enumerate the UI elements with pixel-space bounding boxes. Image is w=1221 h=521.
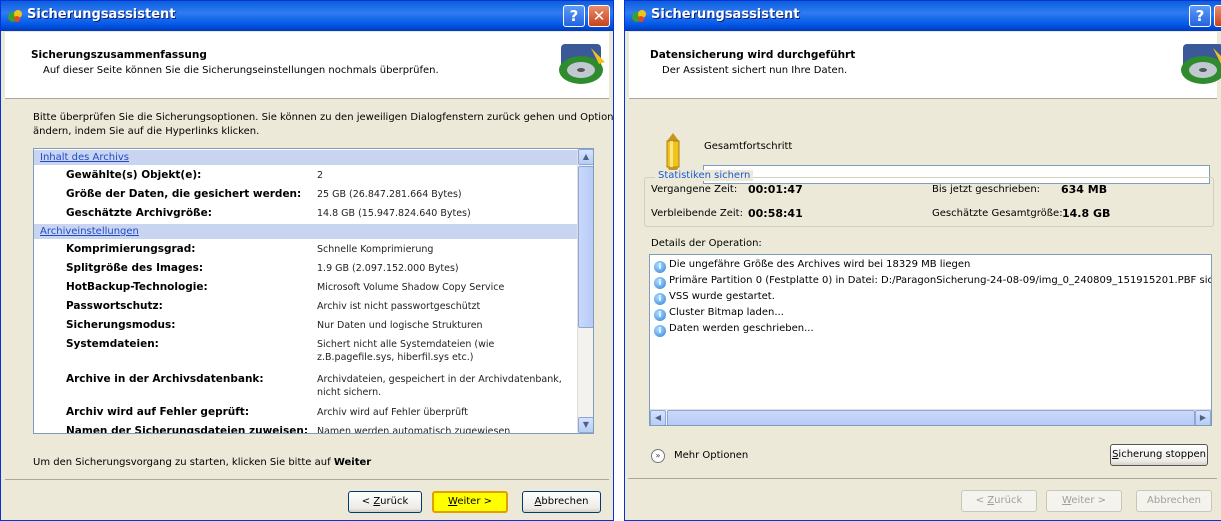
row-value: Nur Daten und logische Strukturen xyxy=(317,320,483,331)
horizontal-scrollbar[interactable]: ◀ ▶ xyxy=(650,409,1211,425)
chevron-down-icon[interactable]: » xyxy=(651,449,665,463)
info-icon: i xyxy=(654,325,666,337)
close-icon[interactable]: ✕ xyxy=(1214,5,1221,27)
row-label: Größe der Daten, die gesichert werden: xyxy=(66,188,302,200)
next-button[interactable]: Weiter > xyxy=(1046,490,1122,512)
footer-hint: Um den Sicherungsvorgang zu starten, kli… xyxy=(33,457,371,468)
divider xyxy=(628,478,1217,479)
row-value: Microsoft Volume Shadow Copy Service xyxy=(317,282,505,293)
list-item: i VSS wurde gestartet. xyxy=(654,289,775,305)
row-value: Archivdateien, gespeichert in der Archiv… xyxy=(317,374,562,385)
info-icon: i xyxy=(654,309,666,321)
back-button[interactable]: < Zurück xyxy=(961,490,1037,512)
row-label: Sicherungsmodus: xyxy=(66,319,176,331)
wizard-header: Sicherungszusammenfassung Auf dieser Sei… xyxy=(5,32,609,99)
footer-bold: Weiter xyxy=(333,457,372,468)
progress-label: Gesamtfortschritt xyxy=(704,141,793,152)
page-subtitle: Auf dieser Seite können Sie die Sicherun… xyxy=(43,65,439,76)
row-label: Namen der Sicherungsdateien zuweisen: xyxy=(66,425,309,434)
remaining-value: 00:58:41 xyxy=(748,207,803,220)
row-value: Archiv ist nicht passwortgeschützt xyxy=(317,301,481,312)
scroll-left-icon[interactable]: ◀ xyxy=(650,410,666,425)
row-label: Splitgröße des Images: xyxy=(66,262,204,274)
scroll-thumb[interactable] xyxy=(667,410,1195,425)
row-label: Passwortschutz: xyxy=(66,300,163,312)
backup-logo-icon xyxy=(559,44,605,84)
scroll-thumb[interactable] xyxy=(578,166,593,328)
row-value: 25 GB (26.847.281.664 Bytes) xyxy=(317,189,462,200)
intro-text: Bitte überprüfen Sie die Sicherungsoptio… xyxy=(33,112,614,123)
window-title: Sicherungsassistent xyxy=(27,7,176,22)
row-label: Systemdateien: xyxy=(66,338,159,350)
page-subtitle: Der Assistent sichert nun Ihre Daten. xyxy=(662,65,848,76)
row-label: Geschätzte Archivgröße: xyxy=(66,207,212,219)
back-button[interactable]: < Zurück xyxy=(348,491,422,513)
cancel-button[interactable]: Abbrechen xyxy=(1136,490,1212,512)
window-title: Sicherungsassistent xyxy=(651,7,800,22)
row-value: Namen werden automatisch zugewiesen xyxy=(317,426,511,434)
cancel-button[interactable]: Abbrechen xyxy=(522,491,601,513)
list-item: i Die ungefähre Größe des Archives wird b… xyxy=(654,257,970,273)
list-item: i Cluster Bitmap laden... xyxy=(654,305,784,321)
elapsed-value: 00:01:47 xyxy=(748,183,803,196)
pencil-progress-icon xyxy=(666,133,680,175)
total-size-value: 14.8 GB xyxy=(1062,207,1111,220)
scroll-right-icon[interactable]: ▶ xyxy=(1195,410,1211,425)
scroll-down-icon[interactable]: ▼ xyxy=(578,417,593,433)
wizard-window-summary: Sicherungsassistent ? ✕ Sicherungszusamm… xyxy=(0,0,614,521)
title-bar[interactable]: Sicherungsassistent ? ✕ xyxy=(625,1,1221,31)
scroll-up-icon[interactable]: ▲ xyxy=(578,149,593,165)
link-archive-settings[interactable]: Archiveinstellungen xyxy=(40,226,139,237)
next-button[interactable]: Weiter > xyxy=(432,491,508,513)
backup-logo-icon xyxy=(1181,44,1221,84)
row-value: Archiv wird auf Fehler überprüft xyxy=(317,407,469,418)
section-header-archive-settings: Archiveinstellungen xyxy=(34,224,578,239)
title-bar[interactable]: Sicherungsassistent ? ✕ xyxy=(1,1,613,31)
list-item: i Primäre Partition 0 (Festplatte 0) in D… xyxy=(654,273,1211,289)
page-title: Datensicherung wird durchgeführt xyxy=(650,49,856,61)
summary-panel[interactable]: Inhalt des Archivs Gewählte(s) Objekt(e)… xyxy=(33,148,594,434)
row-label: Archiv wird auf Fehler geprüft: xyxy=(66,406,250,418)
app-icon xyxy=(632,10,646,22)
intro-text-2: ändern, indem Sie auf die Hyperlinks kli… xyxy=(33,126,260,137)
info-icon: i xyxy=(654,293,666,305)
row-value: 1.9 GB (2.097.152.000 Bytes) xyxy=(317,263,459,274)
row-value: Schnelle Komprimierung xyxy=(317,244,434,255)
list-item: i Daten werden geschrieben... xyxy=(654,321,814,337)
total-size-label: Geschätzte Gesamtgröße: xyxy=(932,208,1063,219)
more-options-link[interactable]: Mehr Optionen xyxy=(674,450,748,461)
written-label: Bis jetzt geschrieben: xyxy=(932,184,1041,195)
row-label: Komprimierungsgrad: xyxy=(66,243,196,255)
details-label: Details der Operation: xyxy=(651,238,762,249)
info-icon: i xyxy=(654,261,666,273)
row-value-2: nicht sichern. xyxy=(317,387,382,398)
vertical-scrollbar[interactable]: ▲ ▼ xyxy=(577,149,593,433)
link-archive-content[interactable]: Inhalt des Archivs xyxy=(40,152,129,163)
section-header-archive-content: Inhalt des Archivs xyxy=(34,150,578,165)
info-icon: i xyxy=(654,277,666,289)
footer-text: Um den Sicherungsvorgang zu starten, kli… xyxy=(33,457,334,468)
written-value: 634 MB xyxy=(1061,183,1108,196)
row-label: HotBackup-Technologie: xyxy=(66,281,208,293)
help-icon[interactable]: ? xyxy=(563,5,585,27)
help-icon[interactable]: ? xyxy=(1189,5,1211,27)
close-icon[interactable]: ✕ xyxy=(588,5,610,27)
elapsed-label: Vergangene Zeit: xyxy=(651,184,738,195)
wizard-header: Datensicherung wird durchgeführt Der Ass… xyxy=(629,32,1221,99)
stop-backup-button[interactable]: Sicherung stoppen xyxy=(1110,444,1208,466)
remaining-label: Verbleibende Zeit: xyxy=(651,208,743,219)
divider xyxy=(5,479,609,480)
row-value: Sichert nicht alle Systemdateien (wie xyxy=(317,339,495,350)
stats-legend: Statistiken sichern xyxy=(655,170,754,181)
row-label: Gewählte(s) Objekt(e): xyxy=(66,169,202,181)
operation-log[interactable]: i Die ungefähre Größe des Archives wird b… xyxy=(649,254,1212,426)
row-label: Archive in der Archivsdatenbank: xyxy=(66,373,264,385)
app-icon xyxy=(8,10,22,22)
row-value-2: z.B.pagefile.sys, hiberfil.sys etc.) xyxy=(317,352,474,363)
row-value: 2 xyxy=(317,170,324,181)
row-value: 14.8 GB (15.947.824.640 Bytes) xyxy=(317,208,471,219)
page-title: Sicherungszusammenfassung xyxy=(31,49,207,61)
